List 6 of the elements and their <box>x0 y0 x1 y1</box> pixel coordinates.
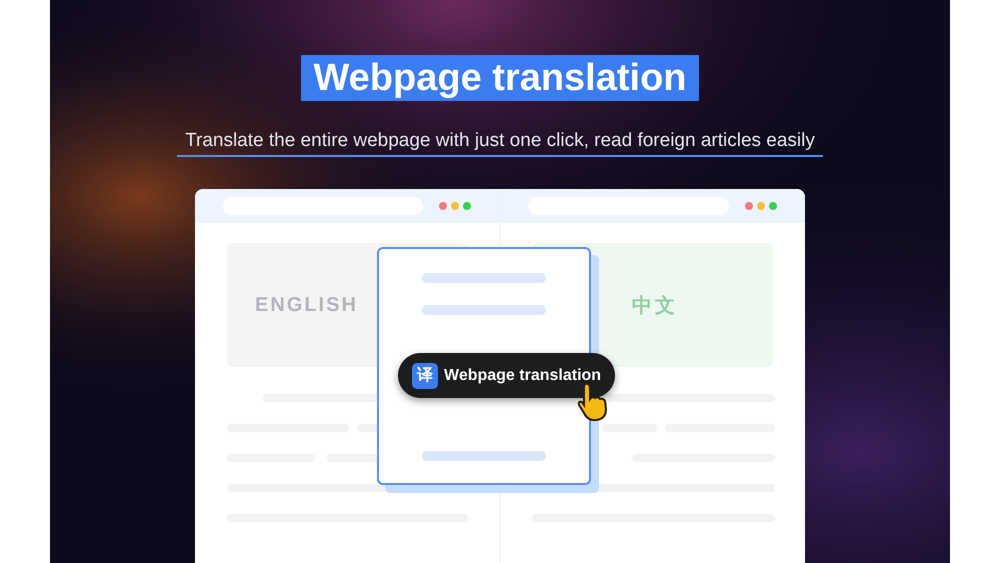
translate-icon: 译 <box>412 362 438 388</box>
translate-button[interactable]: 译 Webpage translation <box>398 353 616 398</box>
language-label: 中文 <box>632 292 678 319</box>
language-label: ENGLISH <box>255 293 358 318</box>
headline: Webpage translation <box>301 55 699 101</box>
subtitle: Translate the entire webpage with just one click, read foreign articles easily <box>177 129 823 157</box>
